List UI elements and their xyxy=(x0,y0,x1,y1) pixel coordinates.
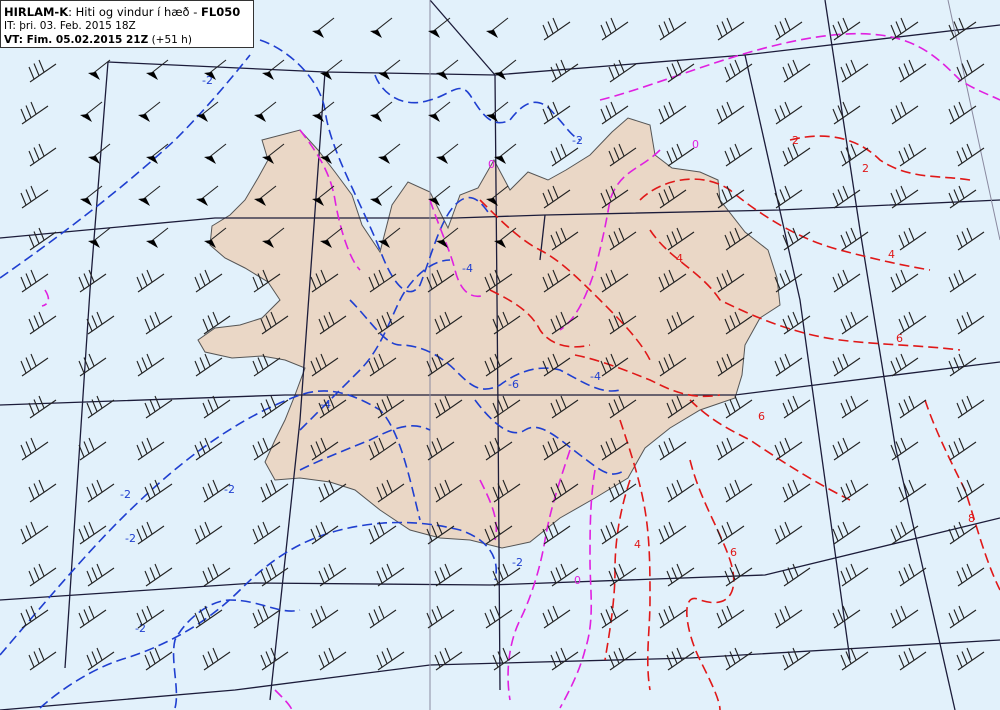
title-description: Hiti og vindur í hæð - xyxy=(75,5,202,19)
isotherm-label: 0 xyxy=(488,158,495,171)
weather-map: -2 -2 -2 -2 -2 -2 -2 -4 -4 -4 -6 0 0 0 2… xyxy=(0,0,1000,710)
model-name: HIRLAM-K xyxy=(4,5,69,19)
isotherm-label: -6 xyxy=(508,378,519,391)
isotherm-label: -2 xyxy=(120,488,131,501)
map-info-box: HIRLAM-K: Hiti og vindur í hæð - FL050 I… xyxy=(0,0,254,48)
isotherm-label: 8 xyxy=(968,512,975,525)
title-line: HIRLAM-K: Hiti og vindur í hæð - FL050 xyxy=(4,5,253,19)
initial-time-value: þri. 03. Feb. 2015 18Z xyxy=(19,20,136,32)
valid-time-offset: (+51 h) xyxy=(148,34,192,46)
isotherm-label: -2 xyxy=(572,134,583,147)
isotherm-label: -2 xyxy=(125,532,136,545)
isotherm-label: 2 xyxy=(862,162,869,175)
map-canvas: -2 -2 -2 -2 -2 -2 -2 -4 -4 -4 -6 0 0 0 2… xyxy=(0,0,1000,710)
valid-time-line: VT: Fim. 05.02.2015 21Z (+51 h) xyxy=(4,33,253,47)
isotherm-label: -2 xyxy=(512,556,523,569)
isotherm-label: -4 xyxy=(590,370,601,383)
isotherm-label: 6 xyxy=(730,546,737,559)
initial-time-line: IT: þri. 03. Feb. 2015 18Z xyxy=(4,19,253,33)
flight-level: FL050 xyxy=(201,5,241,19)
isotherm-label: -4 xyxy=(462,262,473,275)
title-sep: : xyxy=(68,5,76,19)
isotherm-label: 6 xyxy=(896,332,903,345)
initial-time-label: IT: xyxy=(4,20,20,32)
isotherm-label: 6 xyxy=(758,410,765,423)
isotherm-label: 0 xyxy=(574,574,581,587)
isotherm-label: 4 xyxy=(888,248,895,261)
isotherm-label: 4 xyxy=(676,252,683,265)
valid-time-value: VT: Fim. 05.02.2015 21Z xyxy=(4,34,149,46)
isotherm-label: 4 xyxy=(634,538,641,551)
